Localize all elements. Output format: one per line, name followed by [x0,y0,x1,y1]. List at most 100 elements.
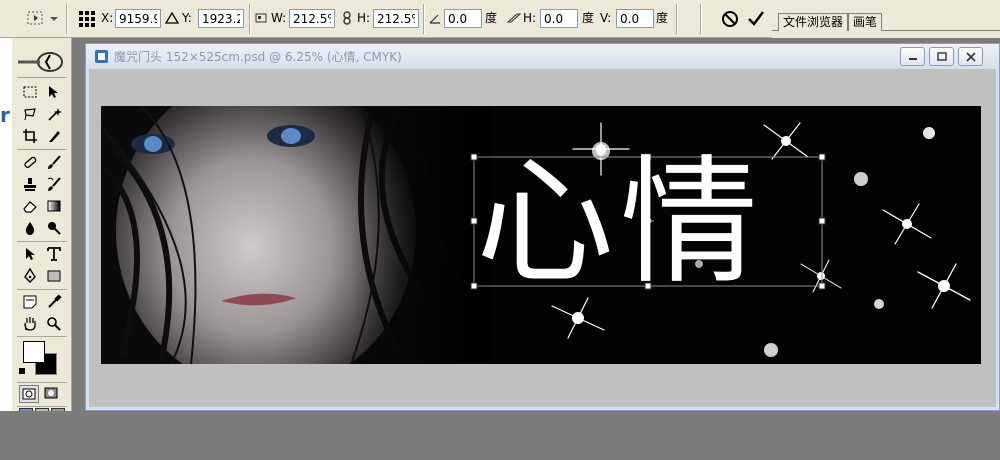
minimize-button[interactable] [900,47,925,66]
pen-tool[interactable] [20,266,40,286]
height-percent-input[interactable] [373,9,419,28]
rectangle-shape-icon [47,270,61,282]
marquee-icon [23,86,37,98]
brush-tool[interactable] [44,152,64,172]
eraser-tool[interactable] [20,196,40,216]
width-percent-input[interactable] [289,9,335,28]
workspace-background [0,411,1000,460]
zoom-tool[interactable] [44,314,64,334]
tab-file-browser[interactable]: 文件浏览器 [778,13,849,31]
document-app-icon [95,50,108,63]
skew-h-label: H: [523,11,537,25]
color-swatches [18,340,68,378]
move-arrow-icon [49,86,58,98]
maximize-icon [936,51,947,61]
width-scale-icon [255,13,267,23]
skew-horizontal-input[interactable] [540,9,578,28]
canvas-image[interactable]: 心情 [101,106,981,364]
history-brush-icon [47,177,61,191]
path-selection-tool[interactable] [20,244,40,264]
portrait-photo [101,106,491,364]
toolbox-separator [17,77,67,78]
constrain-proportions-link-icon[interactable] [340,11,354,25]
brush-icon [48,155,61,169]
eraser-icon [23,201,37,213]
photoshop-logo-icon[interactable] [16,50,70,74]
document-titlebar[interactable]: 魔咒门头 152×525cm.psd @ 6.25% (心情, CMYK) [86,44,999,69]
move-tool-icon [27,11,58,25]
reference-point-icon[interactable] [78,10,96,28]
toolbox-separator [17,149,67,150]
magnifier-icon [47,317,61,331]
close-button[interactable] [958,47,983,66]
eyedropper-tool[interactable] [44,292,64,312]
default-colors-icon[interactable] [19,368,25,374]
hand-tool[interactable] [20,314,40,334]
skew-icon [507,13,521,23]
quick-mask-button[interactable] [42,385,62,403]
canvas-area[interactable]: 心情 [89,69,996,407]
healing-brush-tool[interactable] [20,152,40,172]
stamp-icon [24,178,36,191]
standard-mode-button[interactable] [19,385,39,403]
w-label: W: [271,11,287,25]
clone-stamp-tool[interactable] [20,174,40,194]
document-window: 魔咒门头 152×525cm.psd @ 6.25% (心情, CMYK) 心情 [85,43,1000,411]
history-brush-tool[interactable] [44,174,64,194]
tool-preset-picker[interactable] [6,6,61,32]
background-window-letter: r [0,103,10,127]
toolbox-separator [17,241,67,242]
toolbox [12,38,72,460]
skew-v-label: V: [600,11,612,25]
y-position-input[interactable] [198,9,244,28]
bandage-icon [24,156,37,168]
shape-tool[interactable] [44,266,64,286]
relative-position-delta-icon[interactable] [165,11,179,25]
standard-mode-icon [22,388,36,400]
slice-tool[interactable] [44,126,64,146]
notes-tool[interactable] [20,292,40,312]
blur-tool[interactable] [20,218,40,238]
lasso-icon [24,108,36,121]
minimize-icon [908,57,917,60]
quick-mask-icon [44,387,58,399]
move-tool[interactable] [44,82,64,102]
maximize-button[interactable] [929,47,954,66]
rotation-angle-input[interactable] [444,9,482,28]
canvas-text-layer[interactable]: 心情 [476,148,822,298]
options-separator [700,4,702,34]
marquee-tool[interactable] [20,82,40,102]
dodge-icon [48,222,61,235]
commit-transform-check-icon[interactable] [746,8,766,28]
skew-vertical-input[interactable] [616,9,654,28]
path-arrow-icon [26,248,35,260]
foreground-color-swatch[interactable] [23,341,45,363]
dodge-tool[interactable] [44,218,64,238]
hand-icon [24,317,36,331]
options-separator [249,4,251,34]
document-title: 魔咒门头 152×525cm.psd @ 6.25% (心情, CMYK) [114,50,402,64]
x-label: X: [101,11,114,25]
options-separator [676,4,678,34]
options-separator [423,4,425,34]
background-window-strip: r [0,38,12,460]
slice-knife-icon [49,131,60,142]
x-position-input[interactable] [115,9,161,28]
skew-v-unit: 度 [656,11,669,25]
pen-nib-icon [24,268,36,283]
type-tool[interactable] [44,244,64,264]
eyedropper-icon [48,294,62,308]
crop-tool[interactable] [20,126,40,146]
toolbox-separator [17,336,67,337]
gradient-tool[interactable] [44,196,64,216]
cancel-transform-icon[interactable] [720,9,740,29]
crop-icon [23,129,37,143]
toolbox-separator [17,382,67,383]
lasso-tool[interactable] [20,104,40,124]
tab-brushes[interactable]: 画笔 [848,13,883,31]
type-t-icon [47,247,61,261]
toolbox-separator [17,406,67,407]
note-icon [23,295,37,309]
magic-wand-tool[interactable] [44,104,64,124]
h-label: H: [357,11,371,25]
